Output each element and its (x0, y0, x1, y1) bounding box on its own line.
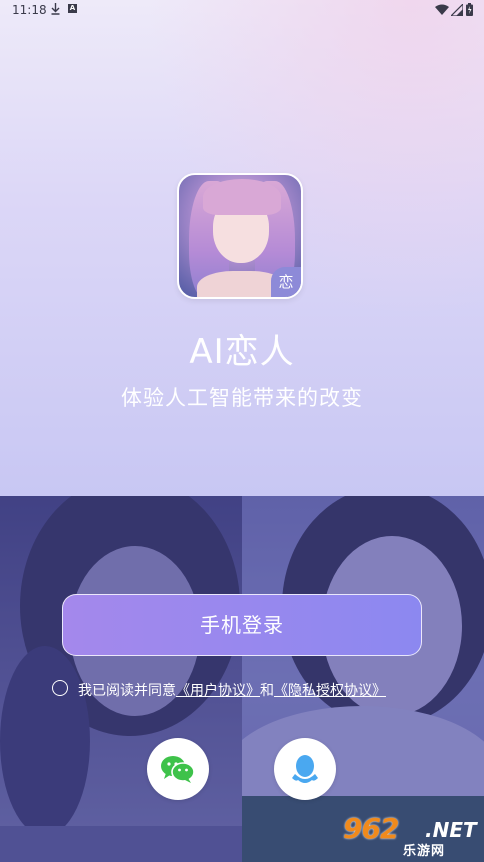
agreement-text: 我已阅读并同意《用户协议》和《隐私授权协议》 (78, 680, 386, 700)
photo-overlay (0, 496, 484, 862)
agreement-and: 和 (260, 683, 274, 699)
app-icon-hair-top (203, 179, 281, 215)
app-slogan: 体验人工智能带来的改变 (121, 386, 363, 410)
notification-a-icon: A (68, 4, 77, 13)
agreement-checkbox[interactable] (52, 680, 68, 696)
watermark-number: 962 (343, 812, 399, 845)
wechat-login-button[interactable] (147, 738, 209, 800)
user-agreement-link[interactable]: 《用户协议》 (176, 683, 260, 699)
background-photo-grid (0, 496, 484, 862)
qq-icon (292, 755, 318, 783)
status-bar: 11:18 A (0, 0, 484, 22)
agreement-prefix: 我已阅读并同意 (78, 683, 176, 699)
watermark-domain: .NET (425, 818, 477, 842)
download-icon (51, 3, 60, 15)
site-watermark: 962 .NET 乐游网 (343, 812, 478, 859)
wechat-icon (161, 756, 195, 783)
qq-login-button[interactable] (274, 738, 336, 800)
signal-icon (451, 4, 463, 16)
wifi-icon (435, 4, 449, 15)
app-name: AI恋人 (189, 332, 295, 372)
privacy-agreement-link[interactable]: 《隐私授权协议》 (274, 683, 386, 699)
app-icon: 恋 (177, 173, 303, 299)
phone-login-button[interactable]: 手机登录 (62, 594, 422, 656)
app-icon-badge: 恋 (271, 267, 301, 297)
watermark-site-name: 乐游网 (403, 844, 446, 859)
battery-icon (466, 3, 473, 16)
status-time: 11:18 (12, 3, 47, 17)
